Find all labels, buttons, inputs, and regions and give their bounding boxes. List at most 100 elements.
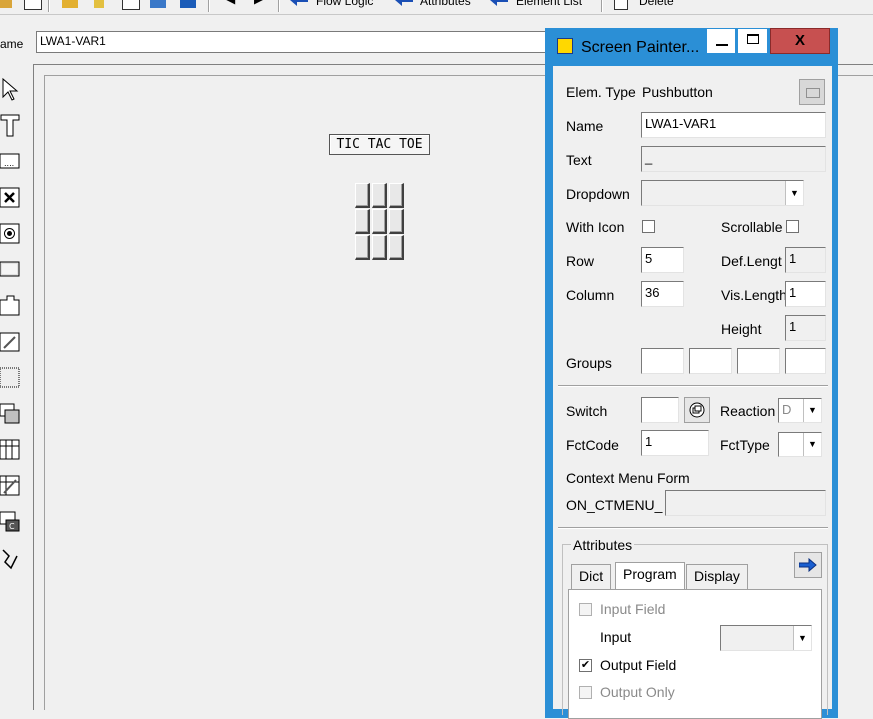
tab-display[interactable]: Display	[686, 564, 748, 589]
name-label: Name	[566, 118, 604, 134]
on-ctmenu-label: ON_CTMENU_	[566, 497, 663, 513]
toolbar-separator	[278, 0, 280, 12]
checkbox-icon[interactable]	[0, 184, 20, 210]
with-icon-checkbox[interactable]	[642, 220, 655, 233]
status-icon[interactable]	[0, 544, 20, 570]
grid-cell[interactable]	[372, 209, 387, 234]
input-field-checkbox[interactable]	[579, 603, 592, 616]
table-wizard-icon[interactable]	[0, 472, 20, 498]
text-field-icon[interactable]	[0, 112, 20, 138]
column-field[interactable]: 36	[641, 281, 684, 307]
element-name-field[interactable]: LWA1-VAR1	[36, 31, 556, 53]
row-field[interactable]: 5	[641, 247, 684, 273]
text-field[interactable]: _	[641, 146, 826, 172]
group-field-4[interactable]	[785, 348, 826, 374]
text-label: Text	[566, 152, 592, 168]
info-icon[interactable]	[180, 0, 196, 8]
vis-length-label: Vis.Length	[721, 287, 787, 303]
pencil-icon[interactable]	[0, 0, 12, 8]
tabstrip-wizard-icon[interactable]	[0, 328, 20, 354]
svg-text:C: C	[9, 522, 15, 531]
fctcode-label: FctCode	[566, 437, 619, 453]
checkmark-icon: ✔	[580, 659, 591, 671]
chevron-down-icon[interactable]: ▼	[793, 626, 811, 650]
chevron-down-icon[interactable]: ▼	[785, 181, 803, 205]
maximize-button[interactable]	[737, 28, 768, 54]
pushbutton-icon[interactable]	[0, 256, 20, 282]
reaction-label: Reaction	[720, 403, 776, 419]
close-button[interactable]: X	[770, 28, 830, 54]
element-type-button[interactable]	[799, 79, 825, 105]
group-field-1[interactable]	[641, 348, 684, 374]
output-only-checkbox[interactable]	[579, 686, 592, 699]
subscreen-icon[interactable]	[0, 400, 20, 426]
pin-icon[interactable]	[94, 0, 104, 8]
column-label: Column	[566, 287, 615, 303]
output-field-label: Output Field	[600, 657, 677, 673]
previous-icon[interactable]: ◀	[226, 0, 242, 8]
input-field-icon[interactable]: ....	[0, 148, 20, 174]
name-label: ame	[0, 37, 24, 51]
height-field[interactable]: 1	[785, 315, 826, 341]
window-icon[interactable]	[24, 0, 42, 10]
fctcode-field[interactable]: 1	[641, 430, 709, 456]
grid-cell[interactable]	[372, 183, 387, 208]
grid-cell[interactable]	[372, 235, 387, 260]
grid-cell[interactable]	[389, 183, 404, 208]
scrollable-checkbox[interactable]	[786, 220, 799, 233]
switch-label: Switch	[566, 403, 608, 419]
minimize-button[interactable]	[706, 28, 736, 54]
table-control-icon[interactable]	[0, 436, 20, 462]
switch-field[interactable]	[641, 397, 679, 423]
grid-cell[interactable]	[389, 235, 404, 260]
group-field-3[interactable]	[737, 348, 780, 374]
dropdown-label: Dropdown	[566, 186, 630, 202]
tic-tac-toe-grid	[355, 183, 407, 263]
scrollable-label: Scrollable	[721, 219, 783, 235]
reaction-value: D	[782, 402, 792, 417]
vis-length-field[interactable]: 1	[785, 281, 826, 307]
grid-cell[interactable]	[355, 209, 370, 234]
hierarchy-icon[interactable]	[62, 0, 78, 8]
output-field-checkbox[interactable]: ✔	[579, 659, 592, 672]
box-icon[interactable]	[0, 364, 20, 390]
input-select[interactable]: ▼	[720, 625, 812, 651]
next-icon[interactable]: ▶	[254, 0, 270, 8]
delete-button[interactable]: Delete	[639, 0, 674, 8]
pointer-icon[interactable]	[0, 76, 20, 102]
tab-program[interactable]: Program	[615, 562, 685, 589]
grid-cell[interactable]	[355, 235, 370, 260]
def-length-field[interactable]: 1	[785, 247, 826, 273]
reaction-select[interactable]: D ▼	[778, 398, 822, 423]
canvas-title-box[interactable]: TIC TAC TOE	[329, 134, 430, 155]
switch-lookup-button[interactable]	[684, 397, 710, 423]
attributes-button[interactable]: Attributes	[420, 0, 471, 8]
chevron-down-icon[interactable]: ▼	[803, 433, 821, 456]
output-only-label: Output Only	[600, 684, 675, 700]
element-list-button[interactable]: Element List	[516, 0, 582, 8]
toolbar-separator	[208, 0, 210, 12]
grid-cell[interactable]	[355, 183, 370, 208]
grid-cell[interactable]	[389, 209, 404, 234]
close-icon: X	[794, 32, 805, 49]
input-field-label: Input Field	[600, 601, 666, 617]
flow-logic-button[interactable]: Flow Logic	[316, 0, 373, 8]
name-field[interactable]: LWA1-VAR1	[641, 112, 826, 138]
radio-button-icon[interactable]	[0, 220, 20, 246]
tabstrip-icon[interactable]	[0, 292, 20, 318]
dropdown-select[interactable]: ▼	[641, 180, 804, 206]
custom-control-icon[interactable]: C	[0, 508, 20, 534]
layout-icon[interactable]	[122, 0, 140, 10]
height-label: Height	[721, 321, 762, 337]
group-field-2[interactable]	[689, 348, 732, 374]
context-menu-field[interactable]	[665, 490, 826, 516]
tab-dict[interactable]: Dict	[571, 564, 612, 589]
def-length-label: Def.Lengt	[721, 253, 782, 269]
next-attributes-button[interactable]	[794, 552, 822, 578]
swap-icon[interactable]	[150, 0, 166, 8]
flow-logic-arrow-icon	[290, 0, 308, 6]
arrow-right-icon	[799, 558, 817, 572]
with-icon-label: With Icon	[566, 219, 625, 235]
chevron-down-icon[interactable]: ▼	[803, 399, 821, 422]
fcttype-select[interactable]: ▼	[778, 432, 822, 457]
